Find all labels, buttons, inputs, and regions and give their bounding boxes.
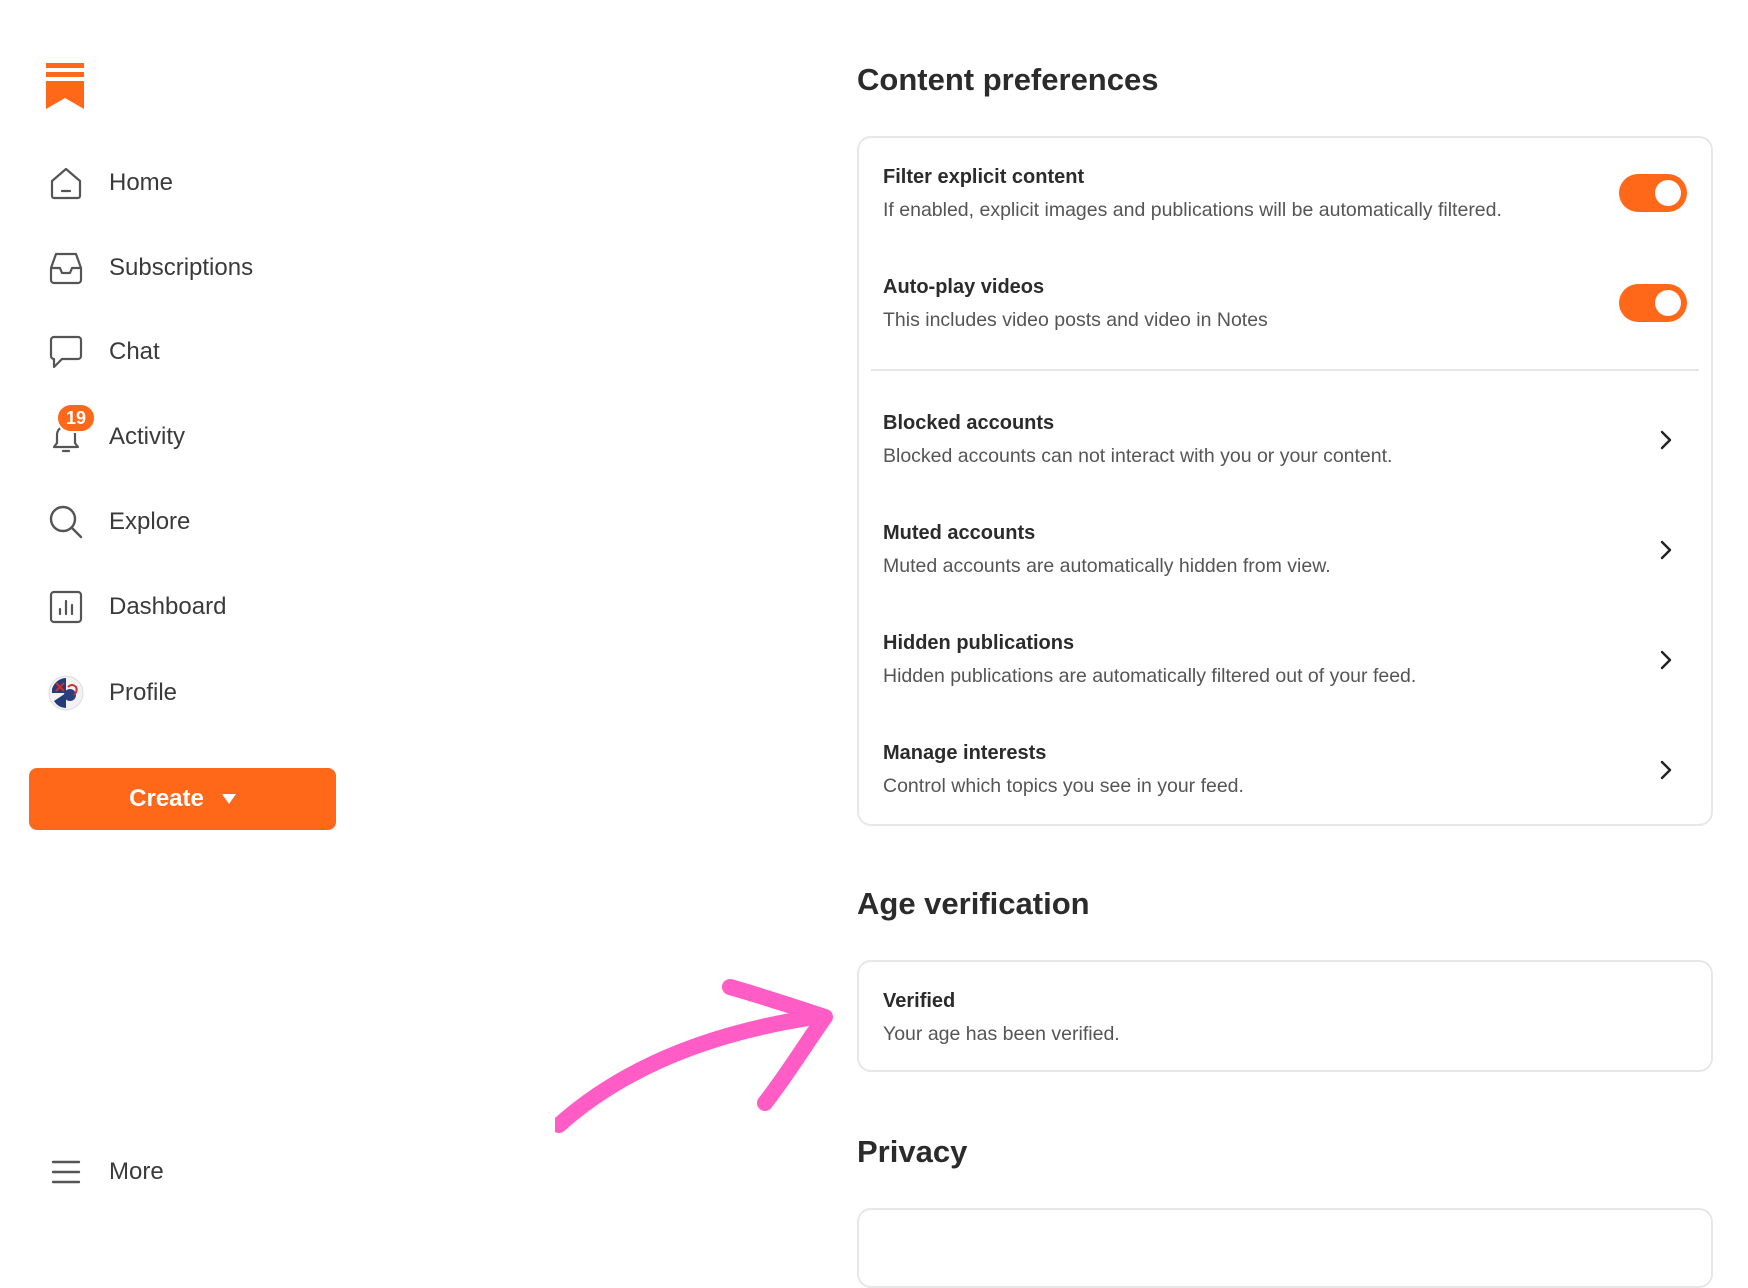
sidebar-item-label: Chat	[109, 338, 160, 365]
privacy-card	[857, 1208, 1713, 1288]
setting-row-filter-explicit: Filter explicit content If enabled, expl…	[883, 166, 1687, 222]
setting-title: Verified	[883, 990, 956, 1012]
chevron-right-icon[interactable]	[1653, 758, 1677, 782]
hamburger-menu-icon	[46, 1152, 86, 1192]
divider	[871, 369, 1699, 371]
setting-description: Hidden publications are automatically fi…	[883, 665, 1417, 687]
create-button-label: Create	[129, 785, 204, 812]
sidebar-item-label: Subscriptions	[109, 254, 254, 281]
setting-description: If enabled, explicit images and publicat…	[883, 199, 1502, 221]
setting-description: This includes video posts and video in N…	[883, 309, 1268, 331]
chat-bubble-icon	[46, 332, 86, 372]
chevron-right-icon[interactable]	[1653, 648, 1677, 672]
inbox-icon	[46, 248, 86, 288]
search-icon	[46, 502, 86, 542]
setting-link-muted-accounts[interactable]: Muted accounts Muted accounts are automa…	[883, 522, 1687, 578]
setting-description: Your age has been verified.	[883, 1023, 1120, 1045]
pink-arrow-annotation-icon	[555, 979, 833, 1133]
setting-title: Muted accounts	[883, 522, 1036, 544]
chevron-right-icon[interactable]	[1653, 428, 1677, 452]
notification-badge: 19	[56, 403, 96, 433]
setting-link-manage-interests[interactable]: Manage interests Control which topics yo…	[883, 742, 1687, 798]
sidebar-item-label: More	[109, 1158, 164, 1185]
section-title-content-preferences: Content preferences	[857, 62, 1159, 97]
caret-down-icon	[221, 794, 236, 804]
sidebar-item-activity[interactable]: 19 Activity	[46, 403, 185, 462]
sidebar-item-label: Explore	[109, 508, 191, 535]
sidebar-item-label: Profile	[109, 679, 178, 706]
bell-icon: 19	[46, 403, 96, 457]
toggle-knob	[1655, 290, 1681, 316]
setting-link-blocked-accounts[interactable]: Blocked accounts Blocked accounts can no…	[883, 412, 1687, 468]
setting-title: Auto-play videos	[883, 276, 1045, 298]
sidebar-item-more[interactable]: More	[46, 1147, 164, 1197]
sidebar-item-home[interactable]: Home	[46, 158, 173, 208]
chevron-right-icon[interactable]	[1653, 538, 1677, 562]
sidebar-item-explore[interactable]: Explore	[46, 497, 190, 547]
setting-description: Muted accounts are automatically hidden …	[883, 555, 1331, 577]
sidebar-item-chat[interactable]: Chat	[46, 327, 160, 377]
setting-title: Blocked accounts	[883, 412, 1055, 434]
age-verification-card: Verified Your age has been verified.	[857, 960, 1713, 1072]
setting-title: Manage interests	[883, 742, 1047, 764]
autoplay-toggle[interactable]	[1619, 284, 1687, 322]
sidebar-item-dashboard[interactable]: Dashboard	[46, 582, 226, 632]
sidebar-item-label: Activity	[109, 423, 186, 450]
bar-chart-icon	[46, 587, 86, 627]
sidebar-item-label: Home	[109, 169, 174, 196]
sidebar: Home Subscriptions Chat 19 Activity Expl…	[0, 0, 400, 1240]
section-title-privacy: Privacy	[857, 1134, 968, 1169]
toggle-knob	[1655, 180, 1681, 206]
content-preferences-card: Filter explicit content If enabled, expl…	[857, 136, 1713, 826]
substack-logo-icon[interactable]	[46, 63, 84, 109]
setting-description: Control which topics you see in your fee…	[883, 775, 1244, 797]
create-button[interactable]: Create	[29, 768, 336, 830]
home-icon	[46, 163, 86, 203]
age-verification-status: Verified Your age has been verified.	[883, 990, 1687, 1046]
setting-title: Filter explicit content	[883, 166, 1085, 188]
setting-description: Blocked accounts can not interact with y…	[883, 445, 1393, 467]
sidebar-item-label: Dashboard	[109, 593, 227, 620]
setting-title: Hidden publications	[883, 632, 1075, 654]
avatar	[46, 673, 86, 713]
section-title-age-verification: Age verification	[857, 886, 1090, 921]
sidebar-item-profile[interactable]: Profile	[46, 668, 177, 718]
setting-row-autoplay: Auto-play videos This includes video pos…	[883, 276, 1687, 332]
sidebar-item-subscriptions[interactable]: Subscriptions	[46, 243, 253, 293]
setting-link-hidden-publications[interactable]: Hidden publications Hidden publications …	[883, 632, 1687, 688]
filter-explicit-toggle[interactable]	[1619, 174, 1687, 212]
